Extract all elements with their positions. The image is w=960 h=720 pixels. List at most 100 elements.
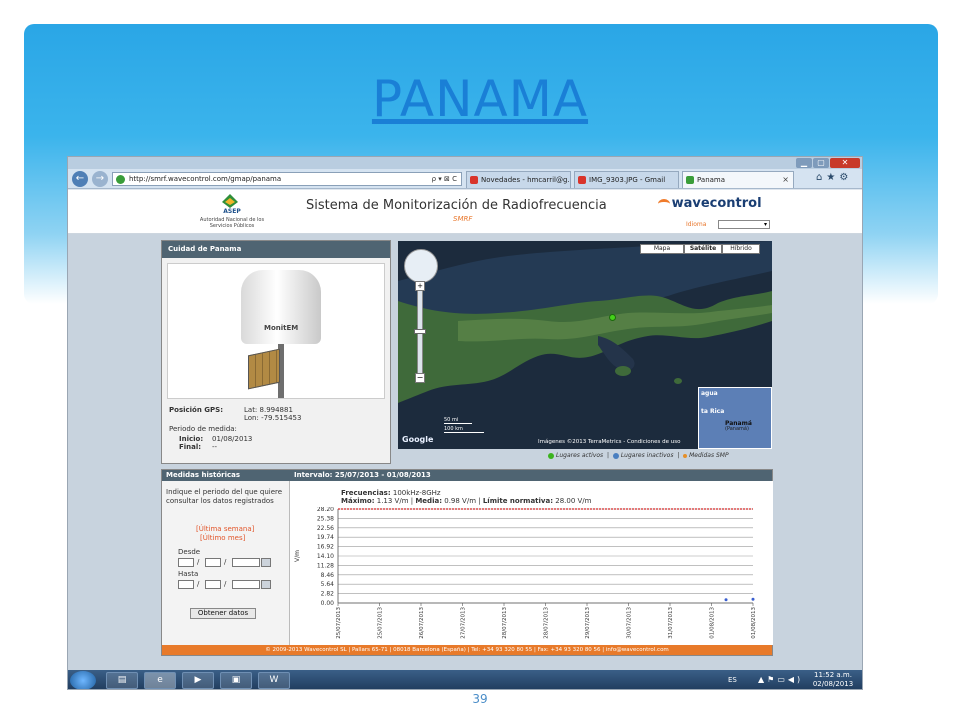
last-week-link[interactable]: [Última semana]	[196, 525, 254, 533]
gps-latitude: Lat: 8.994881	[244, 406, 293, 414]
y-tick-label: 16.92	[317, 544, 334, 551]
zoom-slider-handle[interactable]	[414, 329, 426, 334]
legend-smp: Medidas SMP	[689, 452, 729, 459]
from-year-input[interactable]	[232, 558, 260, 567]
x-tick-label: 01/08/2013	[710, 607, 716, 639]
map-type-map-button[interactable]: Mapa	[640, 244, 684, 254]
field-strength-chart: 28.20 25.38 22.56 19.74 16.92 14.10 11.28 8.46 5…	[294, 507, 757, 639]
overview-map[interactable]: agua ta Rica Panamá (Panamá)	[698, 387, 772, 449]
taskbar-ie-icon[interactable]: e	[144, 672, 176, 689]
x-tick-label: 27/07/2013	[461, 607, 467, 639]
start-value: 01/08/2013	[212, 435, 253, 443]
close-tab-icon[interactable]: ×	[782, 172, 789, 188]
map-legend: Lugares activos | Lugares inactivos | Me…	[548, 452, 778, 462]
slide: PANAMA ▁ ▢ ✕ ← → http://smrf.wavecontrol…	[0, 0, 960, 720]
taskbar-media-icon[interactable]: ▶	[182, 672, 214, 689]
x-tick-label: 25/07/2013	[378, 607, 384, 639]
to-month-input[interactable]	[205, 580, 221, 589]
y-tick-label: 11.28	[317, 562, 334, 569]
monitor-device-image	[241, 270, 321, 344]
station-panel: Cuidad de Panama MonitEM Posición GPS: L…	[161, 240, 391, 464]
from-month-input[interactable]	[205, 558, 221, 567]
stats-line: Máximo: 1.13 V/m | Media: 0.98 V/m | Lím…	[341, 497, 592, 505]
address-text: http://smrf.wavecontrol.com/gmap/panama	[129, 175, 282, 183]
maximize-button[interactable]: ▢	[813, 158, 829, 168]
tab-gmail-inbox[interactable]: Novedades - hmcarril@g...	[466, 171, 571, 188]
history-filter: Indique el periodo del que quiere consul…	[162, 481, 290, 645]
get-data-button[interactable]: Obtener datos	[190, 608, 256, 619]
tab-label: IMG_9303.JPG - Gmail	[589, 176, 666, 184]
inset-label: ta Rica	[701, 408, 725, 415]
page-number: 39	[472, 692, 488, 706]
back-button[interactable]: ←	[72, 171, 88, 187]
forward-button[interactable]: →	[92, 171, 108, 187]
language-label: Idioma	[686, 221, 707, 228]
legend-active: Lugares activos	[556, 452, 604, 459]
tab-label: Panama	[697, 176, 726, 184]
data-point	[751, 597, 755, 601]
scale-miles: 50 mi	[444, 417, 472, 424]
site-favicon-icon	[686, 176, 694, 184]
last-month-link[interactable]: [Último mes]	[200, 534, 245, 542]
station-marker-icon[interactable]	[609, 314, 616, 321]
system-tray-icons[interactable]: ▲⚑▭◀)	[758, 675, 803, 684]
taskbar-date[interactable]: 02/08/2013	[808, 680, 858, 688]
inset-label: agua	[701, 390, 718, 397]
y-tick-label: 5.64	[321, 581, 335, 588]
minimize-button[interactable]: ▁	[796, 158, 812, 168]
to-year-input[interactable]	[232, 580, 260, 589]
y-tick-label: 28.20	[317, 507, 334, 513]
language-select[interactable]: ▾	[718, 220, 770, 229]
to-day-input[interactable]	[178, 580, 194, 589]
inset-label: (Panamá)	[725, 426, 749, 432]
map-pan-control-icon[interactable]	[404, 249, 438, 283]
x-tick-label: 01/08/2013	[751, 607, 757, 639]
zoom-out-button[interactable]: −	[415, 373, 425, 383]
window-title-bar: ▁ ▢ ✕	[68, 157, 862, 169]
gmail-icon	[470, 176, 478, 184]
gmail-icon	[578, 176, 586, 184]
legend-inactive: Lugares inactivos	[620, 452, 674, 459]
map-type-satellite-button[interactable]: Satélite	[684, 244, 722, 254]
slide-title-link[interactable]: PANAMA	[0, 70, 960, 128]
history-instructions: Indique el periodo del que quiere consul…	[166, 488, 283, 505]
date-separator: /	[224, 558, 227, 566]
from-label: Desde	[178, 548, 201, 556]
address-tools[interactable]: ρ ▾ ⊠ C	[432, 173, 457, 185]
taskbar-language[interactable]: ES	[728, 676, 737, 684]
site-subtitle: SMRF	[453, 215, 473, 223]
taskbar-explorer-icon[interactable]: ▤	[106, 672, 138, 689]
tab-gmail-image[interactable]: IMG_9303.JPG - Gmail	[574, 171, 679, 188]
taskbar-time[interactable]: 11:52 a.m.	[808, 671, 858, 679]
end-value: --	[212, 443, 218, 451]
station-photo: MonitEM	[167, 263, 385, 399]
solar-panel-image	[248, 348, 280, 390]
calendar-icon[interactable]	[261, 580, 271, 589]
y-tick-label: 14.10	[317, 553, 334, 560]
date-separator: /	[197, 558, 200, 566]
zoom-in-button[interactable]: +	[415, 281, 425, 291]
satellite-map[interactable]: Mapa Satélite Híbrido + − agua ta Rica P…	[398, 241, 772, 449]
from-day-input[interactable]	[178, 558, 194, 567]
tab-panama[interactable]: Panama ×	[682, 171, 794, 188]
site-header: ASEP Autoridad Nacional de los Servicios…	[68, 190, 862, 234]
y-axis-label: V/m	[294, 550, 301, 562]
map-credit[interactable]: Imágenes ©2013 TerraMetrics - Condicione…	[538, 439, 680, 445]
address-bar[interactable]: http://smrf.wavecontrol.com/gmap/panama …	[112, 172, 462, 186]
smp-measure-icon	[683, 453, 688, 458]
station-header: Cuidad de Panama	[162, 241, 390, 258]
close-window-button[interactable]: ✕	[830, 158, 860, 168]
x-tick-label: 31/07/2013	[668, 607, 674, 639]
map-type-hybrid-button[interactable]: Híbrido	[722, 244, 760, 254]
taskbar-word-icon[interactable]: W	[258, 672, 290, 689]
start-button-icon[interactable]	[70, 671, 96, 689]
x-tick-label: 26/07/2013	[419, 607, 425, 639]
taskbar-powerpoint-icon[interactable]: ▣	[220, 672, 252, 689]
gps-longitude: Lon: -79.515453	[244, 414, 302, 422]
date-separator: /	[197, 580, 200, 588]
home-favorites-tools-icons[interactable]: ⌂★⚙	[816, 172, 852, 183]
x-tick-label: 29/07/2013	[585, 607, 591, 639]
period-label: Periodo de medida:	[169, 425, 237, 433]
calendar-icon[interactable]	[261, 558, 271, 567]
x-tick-label: 28/07/2013	[502, 607, 508, 639]
